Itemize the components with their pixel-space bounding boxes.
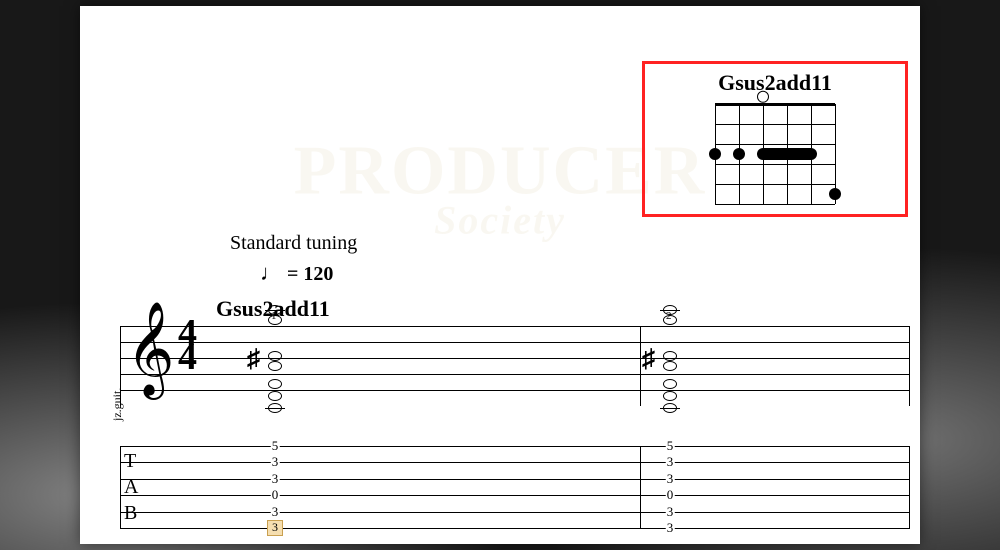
quarter-note-icon: ♩ xyxy=(260,260,282,285)
whole-note xyxy=(663,391,677,401)
tempo-eq: = xyxy=(282,263,303,285)
treble-clef-icon: 𝄞 xyxy=(126,308,174,390)
barre-marker xyxy=(757,148,817,160)
whole-note xyxy=(268,379,282,389)
tuning-label: Standard tuning xyxy=(230,232,357,255)
whole-note xyxy=(663,305,677,315)
fret-dot xyxy=(829,188,841,200)
chord-diagram-callout: Gsus2add11 xyxy=(642,61,908,217)
sharp-accidental-icon: ♯ xyxy=(642,344,655,374)
fret-dot xyxy=(709,148,721,160)
tempo-marking: ♩ = 120 xyxy=(260,260,333,286)
whole-note xyxy=(268,391,282,401)
whole-note xyxy=(268,351,282,361)
open-string-marker xyxy=(757,91,769,103)
time-signature: 4 4 xyxy=(178,322,197,369)
highlighted-fret: 3 xyxy=(267,520,283,536)
chord-diagram-title: Gsus2add11 xyxy=(645,70,905,96)
tab-fret-number: 3 xyxy=(271,504,280,520)
whole-note xyxy=(663,315,677,325)
tab-clef-letter: A xyxy=(124,476,138,499)
tab-fret-number: 0 xyxy=(666,487,675,503)
tab-fret-number: 3 xyxy=(666,471,675,487)
tab-fret-number: 3 xyxy=(666,520,675,536)
whole-note xyxy=(268,361,282,371)
tab-fret-number: 3 xyxy=(666,454,675,470)
whole-note xyxy=(663,379,677,389)
whole-note xyxy=(663,403,677,413)
tab-staff: TAB533033533033 xyxy=(120,446,910,528)
whole-note xyxy=(663,351,677,361)
tempo-bpm: 120 xyxy=(303,263,333,285)
tab-clef-letter: T xyxy=(124,450,136,473)
notation-staff: 𝄞 4 4 1♯2♯ xyxy=(120,326,910,406)
sharp-accidental-icon: ♯ xyxy=(247,344,260,374)
sheet-page: PRODUCER Society Gsus2add11 Standard tun… xyxy=(80,6,920,544)
whole-note xyxy=(268,305,282,315)
whole-note xyxy=(663,361,677,371)
tab-clef-letter: B xyxy=(124,502,137,525)
tab-fret-number: 3 xyxy=(666,504,675,520)
whole-note xyxy=(268,403,282,413)
whole-note xyxy=(268,315,282,325)
tab-fret-number: 5 xyxy=(666,438,675,454)
fret-dot xyxy=(733,148,745,160)
tab-fret-number: 5 xyxy=(271,438,280,454)
tab-fret-number: 3 xyxy=(271,454,280,470)
tab-fret-number: 3 xyxy=(271,471,280,487)
chord-fretboard xyxy=(715,104,835,204)
tab-fret-number: 0 xyxy=(271,487,280,503)
